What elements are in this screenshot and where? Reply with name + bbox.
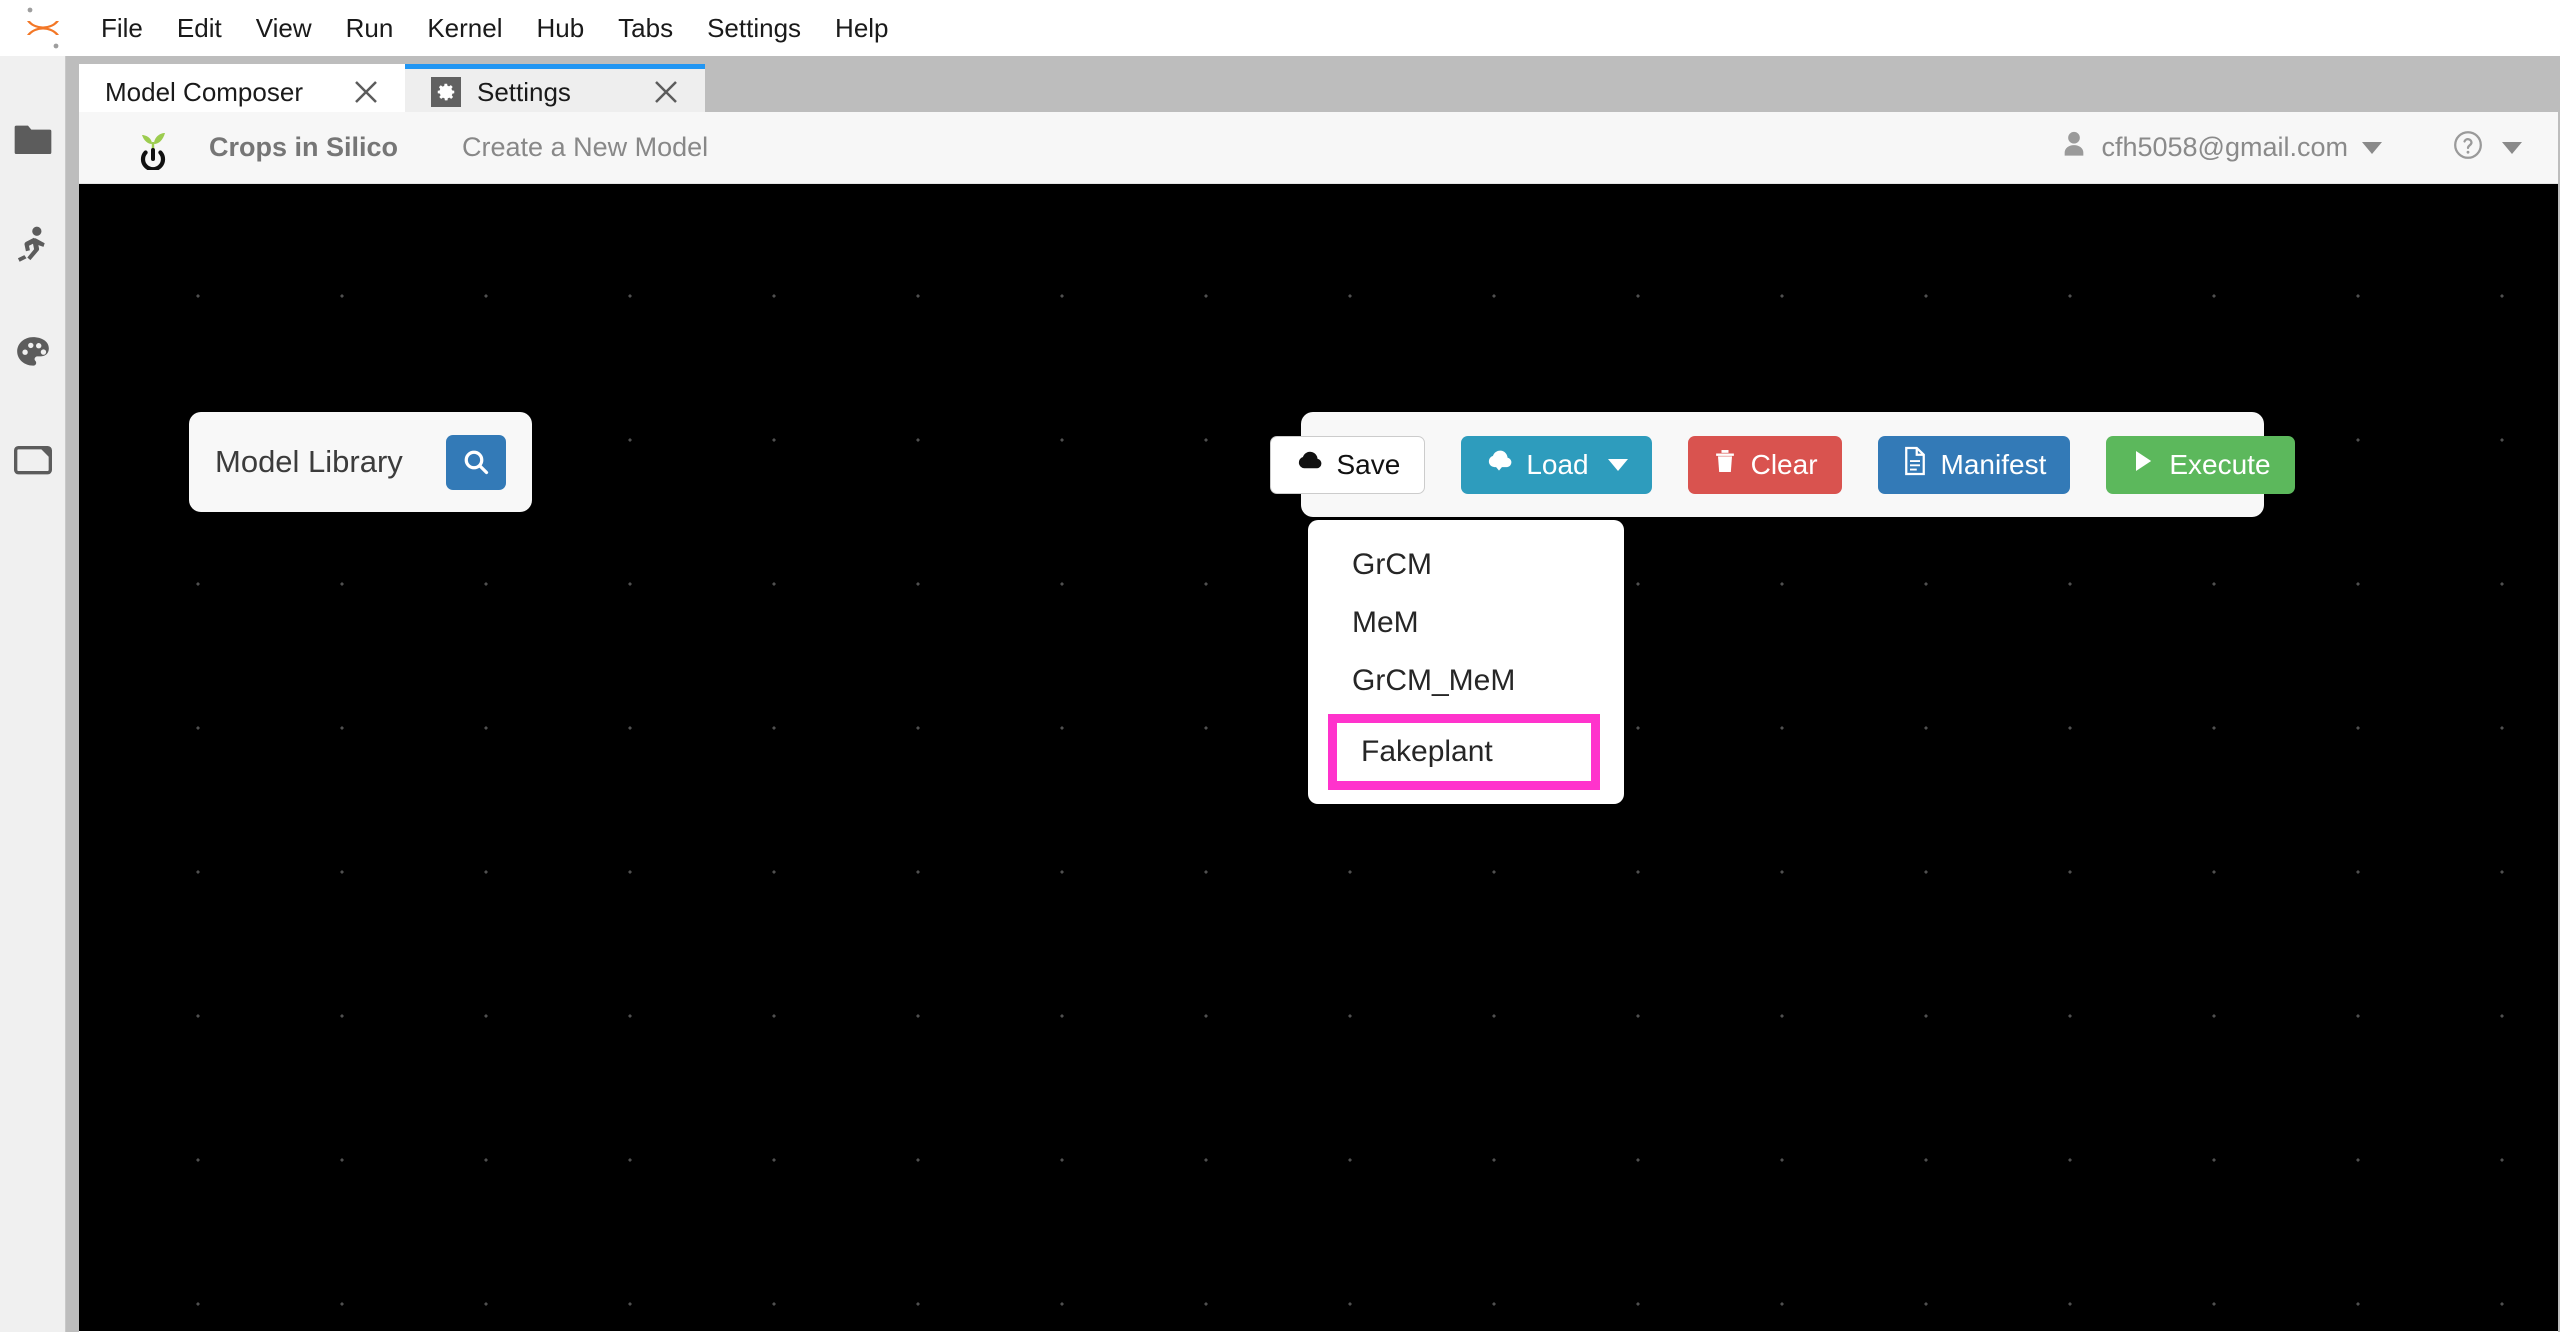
- sidebar-item-running[interactable]: [0, 195, 66, 302]
- clear-button-label: Clear: [1750, 448, 1818, 480]
- tab-model-composer-label: Model Composer: [105, 76, 303, 107]
- workspace-area: Model Composer Settings Crops in Silico …: [66, 56, 2560, 1332]
- load-button-label: Load: [1526, 448, 1589, 480]
- cloud-upload-icon: [1295, 448, 1323, 481]
- manifest-button[interactable]: Manifest: [1877, 435, 2071, 494]
- user-menu[interactable]: cfh5058@gmail.com: [2061, 130, 2382, 165]
- chevron-down-icon: [2362, 141, 2382, 154]
- menu-item-run[interactable]: Run: [329, 7, 411, 50]
- menu-item-tabs[interactable]: Tabs: [601, 7, 690, 50]
- chevron-down-icon: [1607, 458, 1628, 471]
- model-composer-panel: Crops in Silico Create a New Model cfh50…: [79, 112, 2558, 1332]
- app-header: Crops in Silico Create a New Model cfh50…: [79, 112, 2558, 184]
- create-new-model-link[interactable]: Create a New Model: [462, 132, 708, 163]
- tab-settings-label: Settings: [476, 76, 571, 107]
- cloud-download-icon: [1485, 448, 1513, 481]
- menu-item-hub[interactable]: Hub: [519, 7, 601, 50]
- clear-button[interactable]: Clear: [1687, 435, 1842, 494]
- sidebar-item-file-browser[interactable]: [0, 88, 66, 195]
- close-icon[interactable]: [649, 75, 683, 109]
- model-toolbar: Save Load Clear Manifest Execute: [1270, 412, 2295, 517]
- gear-icon: [430, 77, 461, 107]
- activity-sidebar: [0, 56, 66, 1332]
- running-person-icon: [14, 226, 52, 271]
- extension-folder-icon: [13, 443, 53, 482]
- user-email: cfh5058@gmail.com: [2101, 132, 2348, 162]
- dropdown-item-grcm[interactable]: GrCM: [1308, 536, 1624, 594]
- document-icon: [1902, 446, 1928, 483]
- model-canvas[interactable]: Model Library Save Load Clear Manifest E…: [79, 184, 2558, 1331]
- brand-name: Crops in Silico: [209, 132, 399, 162]
- close-icon[interactable]: [349, 75, 383, 109]
- help-circle-icon: [2452, 129, 2484, 166]
- chevron-down-icon: [2502, 141, 2522, 154]
- sidebar-item-commands[interactable]: [0, 302, 66, 409]
- manifest-button-label: Manifest: [1940, 448, 2047, 480]
- trash-icon: [1712, 447, 1738, 482]
- sidebar-item-extensions[interactable]: [0, 409, 66, 516]
- search-icon[interactable]: [446, 434, 506, 490]
- execute-button-label: Execute: [2169, 448, 2271, 480]
- tab-bar: Model Composer Settings: [79, 56, 705, 120]
- menu-item-kernel[interactable]: Kernel: [410, 7, 519, 50]
- load-button[interactable]: Load: [1461, 435, 1652, 494]
- menu-item-help[interactable]: Help: [818, 7, 905, 50]
- save-button-label: Save: [1336, 448, 1401, 480]
- crops-sprout-logo-icon: [131, 126, 175, 171]
- save-button[interactable]: Save: [1270, 435, 1426, 494]
- menu-item-edit[interactable]: Edit: [160, 7, 239, 50]
- dropdown-item-grcm-mem[interactable]: GrCM_MeM: [1308, 652, 1624, 710]
- model-library-panel: Model Library: [189, 412, 532, 512]
- help-menu[interactable]: [2452, 129, 2522, 166]
- person-icon: [2061, 130, 2087, 165]
- jupyter-logo-icon: [20, 5, 66, 51]
- palette-icon: [14, 334, 52, 377]
- menu-item-settings[interactable]: Settings: [690, 7, 818, 50]
- folder-icon: [13, 122, 53, 161]
- execute-button[interactable]: Execute: [2106, 435, 2295, 494]
- menu-item-file[interactable]: File: [84, 7, 160, 50]
- menu-item-view[interactable]: View: [239, 7, 329, 50]
- dropdown-item-fakeplant[interactable]: Fakeplant: [1328, 714, 1600, 790]
- play-icon: [2130, 447, 2156, 482]
- jupyterlab-menubar: File Edit View Run Kernel Hub Tabs Setti…: [0, 0, 2560, 56]
- model-library-title: Model Library: [215, 444, 403, 479]
- dropdown-item-mem[interactable]: MeM: [1308, 594, 1624, 652]
- load-dropdown-menu: GrCM MeM GrCM_MeM Fakeplant: [1308, 520, 1624, 804]
